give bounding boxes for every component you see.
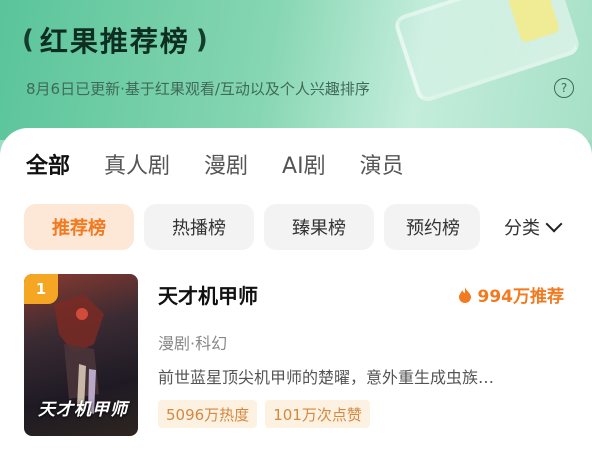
drama-title[interactable]: 天才机甲师 (158, 280, 258, 309)
category-tabs: 全部 真人剧 漫剧 AI剧 演员 (26, 148, 404, 180)
help-icon[interactable]: ? (554, 78, 574, 98)
subtitle-row: 8月6日已更新·基于红果观看/互动以及个人兴趣排序 ? (26, 76, 574, 100)
chip-hot[interactable]: 热播榜 (144, 204, 254, 250)
synopsis: 前世蓝星顶尖机甲师的楚曜，意外重生成虫族… (158, 368, 495, 387)
chevron-down-icon (545, 215, 563, 233)
title-row: ( 红果推荐榜 ) (22, 18, 208, 62)
update-subtitle: 8月6日已更新·基于红果观看/互动以及个人兴趣排序 (26, 79, 370, 98)
ranking-chips: 推荐榜 热播榜 臻果榜 预约榜 分类 (24, 204, 563, 250)
chip-premium[interactable]: 臻果榜 (264, 204, 374, 250)
chip-recommended[interactable]: 推荐榜 (24, 204, 134, 250)
sort-label: 分类 (504, 218, 540, 239)
laurel-left-icon: ( (22, 25, 34, 55)
tab-all[interactable]: 全部 (26, 148, 70, 180)
list-item[interactable]: 1 天才机甲师 天才机甲师 994万推荐 漫剧·科幻 前世蓝星顶尖机甲师的楚曜，… (24, 274, 572, 440)
heat-tag: 5096万热度 (158, 400, 258, 428)
ranking-card: 全部 真人剧 漫剧 AI剧 演员 推荐榜 热播榜 臻果榜 预约榜 分类 1 天才… (0, 128, 592, 451)
genre-label: 漫剧·科幻 (158, 334, 228, 353)
laurel-right-icon: ) (195, 25, 208, 55)
poster-title: 天才机甲师 (38, 400, 128, 420)
likes-tag: 101万次点赞 (265, 400, 370, 428)
tab-live-action[interactable]: 真人剧 (104, 148, 170, 180)
recommend-count: 994万推荐 (458, 282, 565, 307)
sort-dropdown[interactable]: 分类 (504, 214, 563, 240)
tab-anime[interactable]: 漫剧 (204, 148, 248, 180)
stat-tags: 5096万热度 101万次点赞 (158, 400, 370, 428)
flame-icon (458, 286, 471, 303)
page-title: 红果推荐榜 (39, 25, 190, 58)
rank-badge: 1 (24, 274, 58, 304)
recommend-count-label: 994万推荐 (477, 287, 565, 307)
tab-actors[interactable]: 演员 (360, 148, 404, 180)
poster-image[interactable]: 1 天才机甲师 (24, 274, 138, 436)
chip-reservation[interactable]: 预约榜 (384, 204, 480, 250)
tab-ai-drama[interactable]: AI剧 (282, 148, 326, 180)
